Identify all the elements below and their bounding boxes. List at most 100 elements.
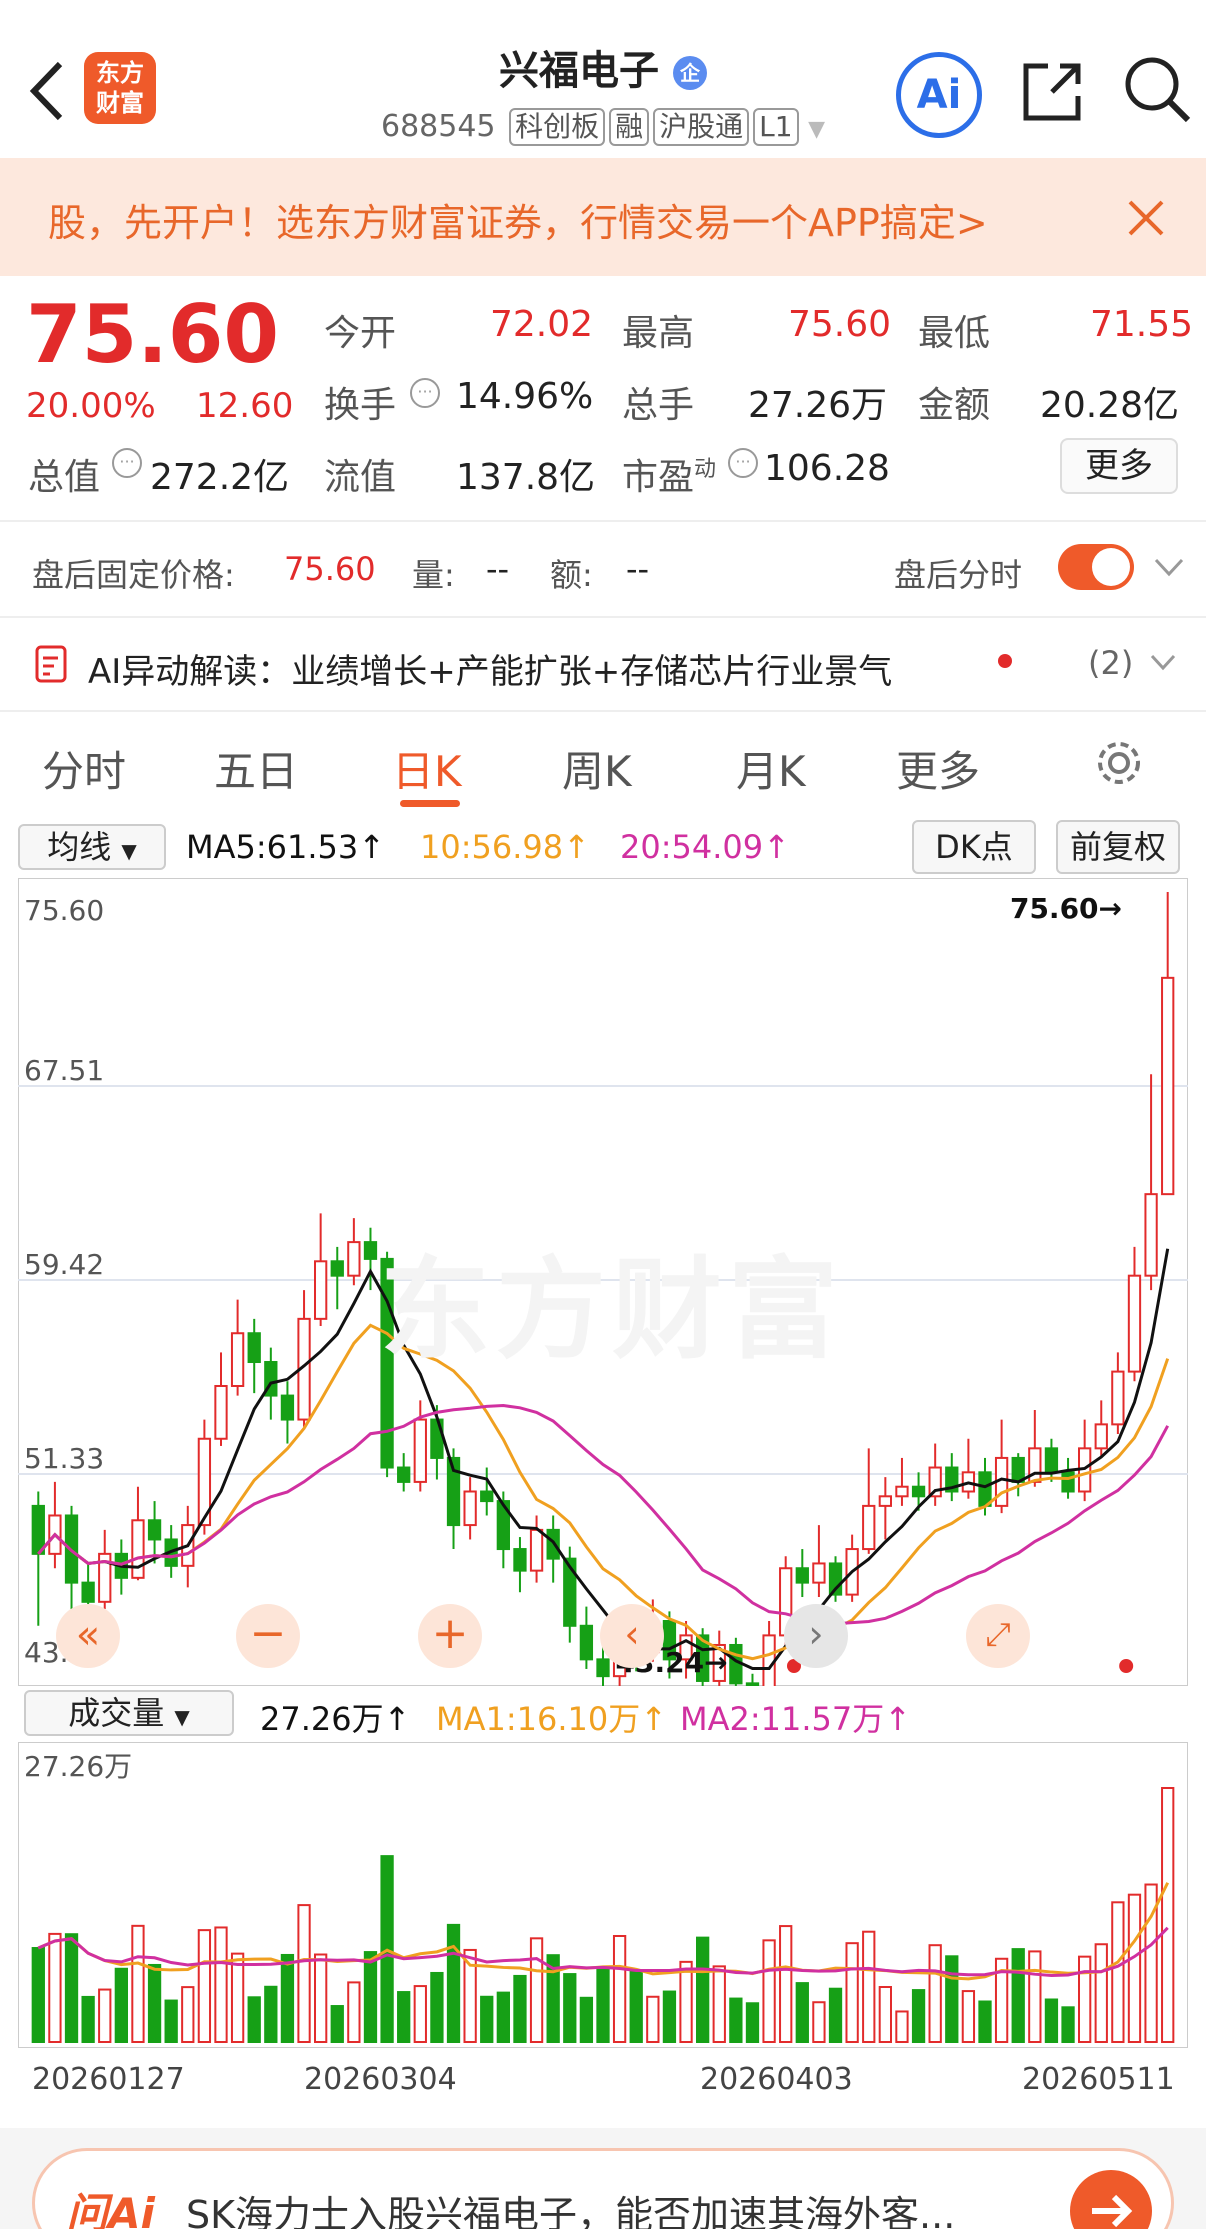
ma-select[interactable]: 均线 ▼ bbox=[18, 824, 166, 870]
volume-bar bbox=[779, 1925, 793, 2043]
ai-note-icon bbox=[34, 644, 70, 688]
float-label: 流值 bbox=[324, 457, 397, 498]
tab-monthly-k[interactable]: 月K bbox=[736, 738, 806, 799]
volume-bar bbox=[1061, 2006, 1075, 2043]
info-icon[interactable]: ··· bbox=[728, 448, 758, 478]
volume-bar bbox=[247, 1996, 261, 2043]
volume-chart[interactable]: 27.26万 bbox=[18, 1742, 1188, 2048]
volume-bar bbox=[1028, 1950, 1042, 2043]
volume-bar bbox=[197, 1929, 212, 2044]
change-percent: 20.00% bbox=[26, 386, 156, 426]
tab-weekly-k[interactable]: 周K bbox=[562, 738, 632, 799]
divider bbox=[0, 520, 1206, 522]
volume-bar bbox=[264, 1985, 278, 2043]
volume-bar bbox=[1011, 1948, 1025, 2043]
after-hours-price: 75.60 bbox=[284, 550, 376, 588]
volume-bar bbox=[596, 1967, 610, 2044]
volume-bar bbox=[64, 1933, 79, 2044]
volume-bar bbox=[745, 2002, 760, 2043]
volume-bar bbox=[1127, 1893, 1142, 2043]
chevron-down-icon[interactable] bbox=[1152, 556, 1186, 584]
volume-bar bbox=[446, 1923, 461, 2043]
price-tick-label: 75.60 bbox=[24, 894, 104, 927]
tag-connect: 沪股通 bbox=[653, 108, 750, 146]
open-label: 今开 bbox=[324, 313, 397, 354]
chart-prev-button[interactable]: ‹ bbox=[600, 1604, 664, 1668]
mcap-label: 总值 bbox=[28, 457, 101, 498]
price-tick-label: 51.33 bbox=[24, 1442, 104, 1475]
dk-point-button[interactable]: DK点 bbox=[912, 820, 1036, 874]
candle-body bbox=[895, 1485, 909, 1498]
volume-bar bbox=[98, 1988, 112, 2044]
expand-icon[interactable]: ⤢ bbox=[966, 1604, 1030, 1668]
zoom-in-button[interactable]: + bbox=[418, 1604, 482, 1668]
volume-bar bbox=[862, 1930, 876, 2044]
volume-bar bbox=[679, 1960, 693, 2043]
price-tick-label: 59.42 bbox=[24, 1248, 104, 1281]
tab-daily-k[interactable]: 日K bbox=[392, 738, 462, 799]
arrow-right-icon[interactable] bbox=[1070, 2170, 1152, 2229]
volume-max-label: 27.26万 bbox=[24, 1750, 132, 1783]
vol-ma1-label: MA1:16.10万↑ bbox=[436, 1700, 668, 1738]
close-icon[interactable] bbox=[1126, 198, 1166, 242]
tab-more[interactable]: 更多 bbox=[896, 738, 980, 799]
zoom-out-button[interactable]: − bbox=[236, 1604, 300, 1668]
ai-question-text[interactable]: SK海力士入股兴福电子，能否加速其海外客... bbox=[186, 2184, 955, 2229]
candle-body bbox=[862, 1504, 876, 1551]
tab-timeshare[interactable]: 分时 bbox=[42, 738, 126, 799]
chevron-down-icon[interactable] bbox=[1148, 652, 1178, 678]
divider bbox=[0, 616, 1206, 618]
volume-bar bbox=[297, 1904, 311, 2043]
chart-next-button[interactable]: › bbox=[784, 1604, 848, 1668]
float-value: 137.8亿 bbox=[456, 457, 596, 498]
candle-body bbox=[397, 1466, 411, 1483]
volume-bar bbox=[911, 1989, 926, 2043]
candle-body bbox=[1161, 976, 1175, 1196]
stock-code: 688545 bbox=[380, 109, 496, 144]
candle-body bbox=[1144, 1193, 1158, 1277]
volume-bar bbox=[579, 1996, 594, 2043]
amount-value: 20.28亿 bbox=[1040, 385, 1180, 426]
search-icon[interactable] bbox=[1122, 54, 1194, 130]
tab-five-day[interactable]: 五日 bbox=[214, 738, 298, 799]
volume-select[interactable]: 成交量 ▼ bbox=[24, 1690, 234, 1736]
ai-note-text[interactable]: AI异动解读：业绩增长+产能扩张+存储芯片行业景气 bbox=[88, 644, 892, 693]
after-hours-vol-label: 量: bbox=[412, 556, 455, 594]
volume-bar bbox=[895, 2010, 909, 2043]
volume-bar bbox=[945, 1955, 959, 2044]
candle-body bbox=[247, 1332, 261, 1364]
volume-bar bbox=[214, 1926, 228, 2043]
mcap-value: 272.2亿 bbox=[150, 457, 290, 498]
amount-label: 金额 bbox=[918, 385, 991, 426]
volume-bar bbox=[1044, 1998, 1059, 2043]
dropdown-icon[interactable]: ▼ bbox=[808, 117, 825, 142]
candle-body bbox=[1044, 1447, 1059, 1474]
after-hours-timeshare-label: 盘后分时 bbox=[894, 556, 1023, 594]
settings-gear-icon[interactable] bbox=[1094, 738, 1144, 792]
volume-bar bbox=[48, 1932, 62, 2043]
ai-button[interactable]: Ai bbox=[896, 52, 982, 138]
ma10-label: 10:56.98↑ bbox=[420, 828, 590, 866]
volume-bar bbox=[114, 1967, 128, 2043]
after-hours-toggle[interactable] bbox=[1058, 544, 1134, 590]
candle-body bbox=[347, 1241, 361, 1277]
high-label: 最高 bbox=[622, 313, 695, 354]
candle-body bbox=[596, 1658, 610, 1678]
ai-ask-logo: 问Ai bbox=[66, 2189, 155, 2229]
volume-bar bbox=[662, 1990, 677, 2043]
candle-body bbox=[463, 1490, 477, 1527]
volume-bar bbox=[347, 1981, 361, 2043]
more-button[interactable]: 更多 bbox=[1060, 438, 1178, 494]
candle-body bbox=[131, 1519, 145, 1579]
info-icon[interactable]: ··· bbox=[410, 378, 440, 408]
info-icon[interactable]: ··· bbox=[112, 448, 142, 478]
chart-rewind-button[interactable]: « bbox=[56, 1604, 120, 1668]
after-hours-amt: -- bbox=[626, 550, 650, 588]
share-icon[interactable] bbox=[1018, 56, 1088, 130]
candle-body bbox=[363, 1241, 378, 1260]
volume-bar bbox=[164, 1999, 178, 2044]
volume-bar bbox=[828, 1987, 843, 2044]
adjust-button[interactable]: 前复权 bbox=[1056, 820, 1180, 874]
promo-text[interactable]: 股，先开户！选东方财富证券，行情交易一个APP搞定> bbox=[48, 192, 988, 247]
volume-bar bbox=[480, 1995, 494, 2043]
